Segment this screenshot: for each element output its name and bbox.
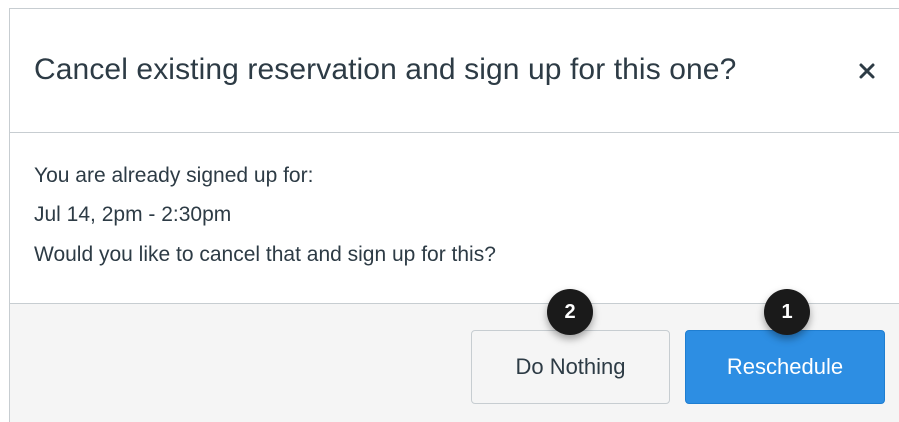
existing-reservation-time: Jul 14, 2pm - 2:30pm [34, 203, 232, 226]
do-nothing-button[interactable]: Do Nothing [471, 330, 670, 404]
callout-badge-2: 2 [547, 289, 593, 335]
dialog-header: Cancel existing reservation and sign up … [10, 9, 899, 133]
page: Cancel existing reservation and sign up … [0, 0, 899, 422]
reservation-dialog: Cancel existing reservation and sign up … [9, 8, 899, 422]
dialog-body: You are already signed up for: Jul 14, 2… [10, 133, 899, 303]
already-signed-up-text: You are already signed up for: [34, 164, 314, 187]
cancel-question-text: Would you like to cancel that and sign u… [34, 243, 496, 266]
callout-badge-1: 1 [764, 289, 810, 335]
reschedule-button[interactable]: Reschedule [685, 330, 885, 404]
close-button[interactable] [855, 59, 879, 83]
dialog-title: Cancel existing reservation and sign up … [34, 53, 737, 86]
close-icon [855, 59, 879, 83]
